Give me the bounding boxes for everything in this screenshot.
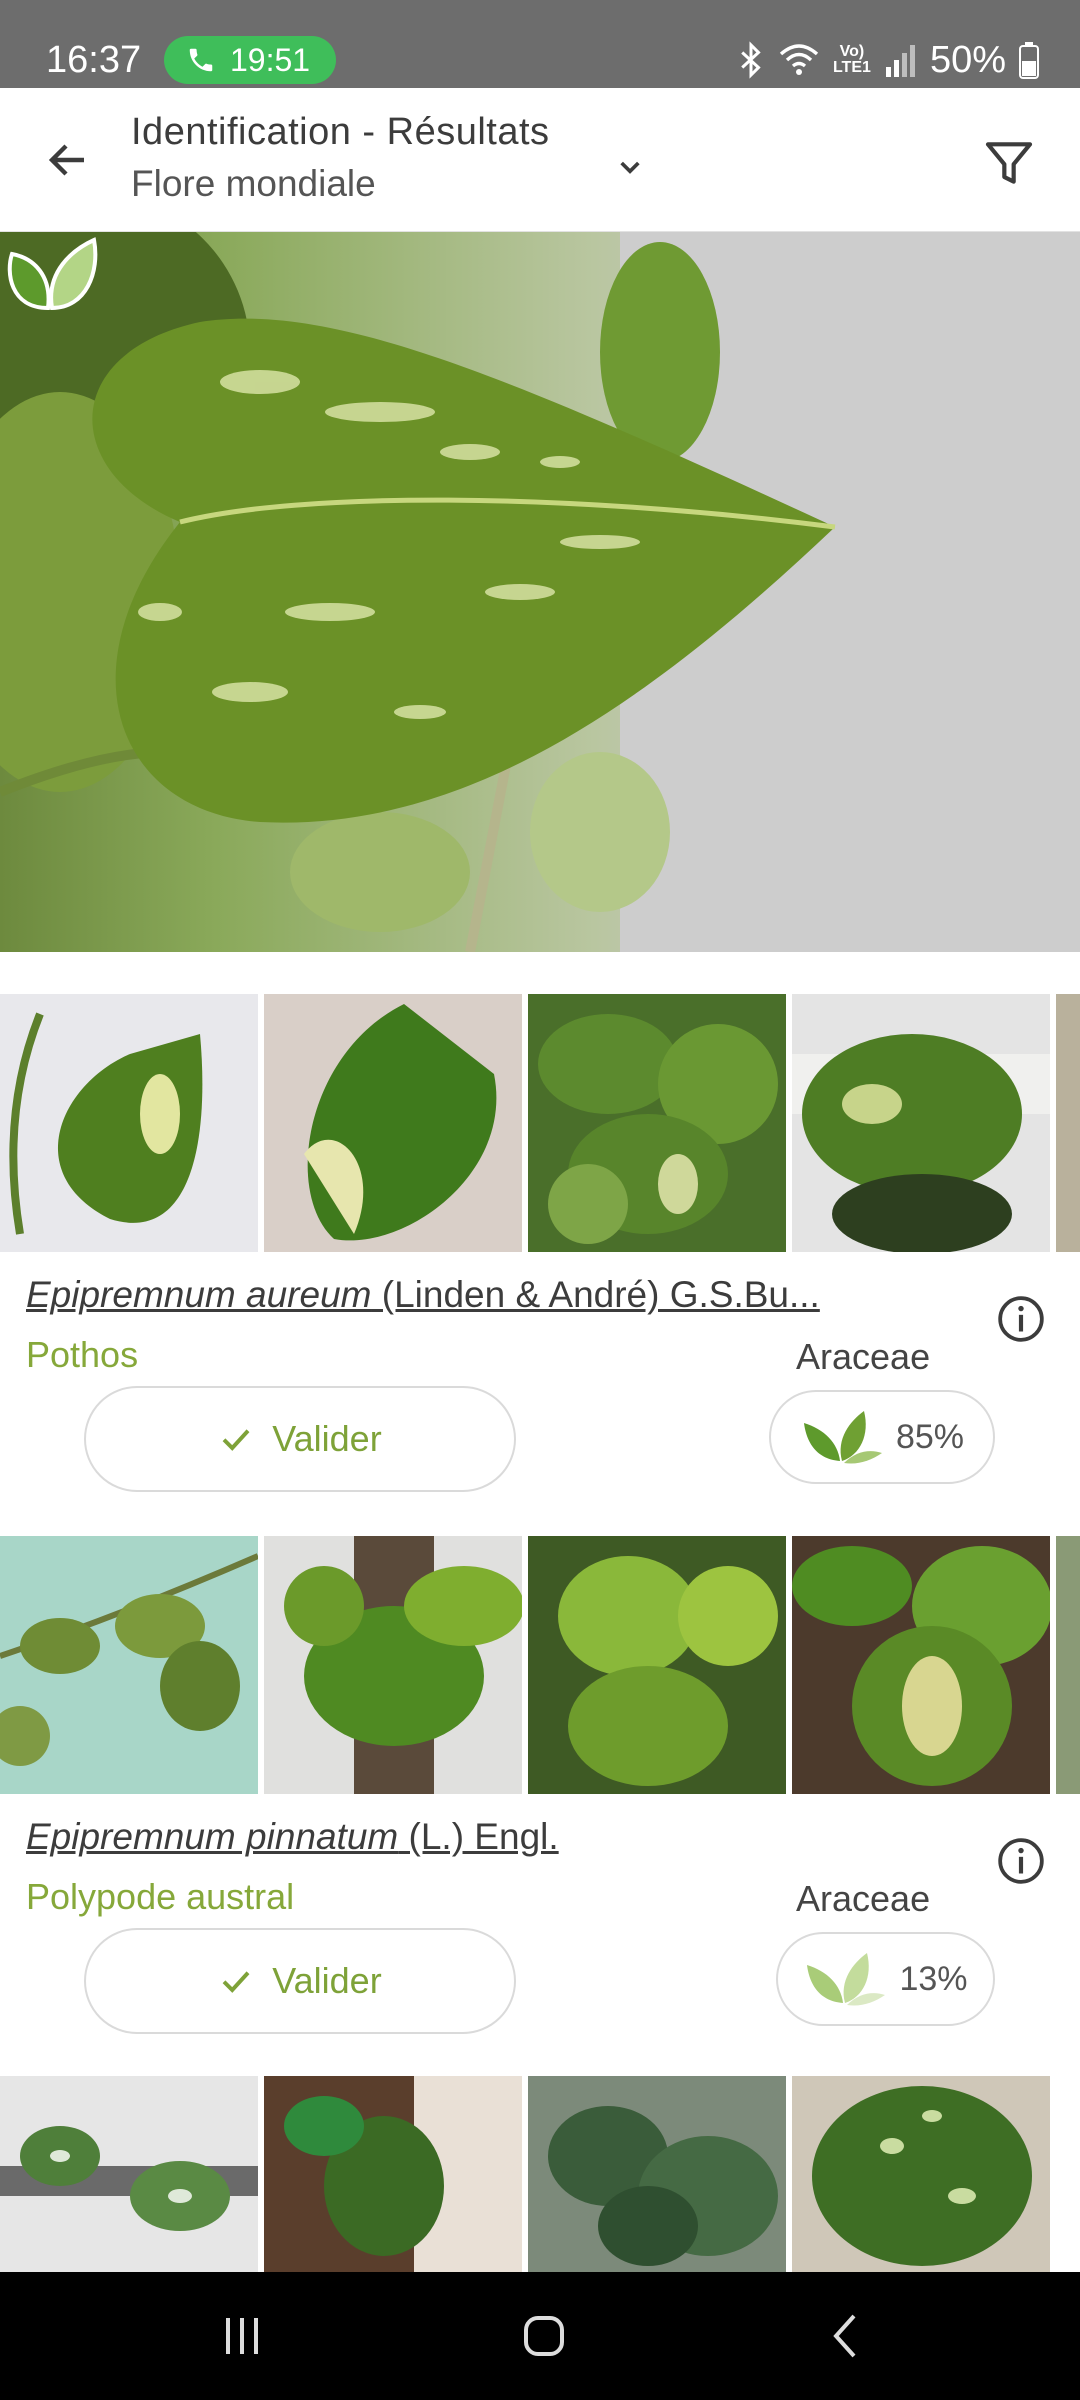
result-thumbnail-partial[interactable] (1056, 994, 1080, 1252)
scientific-name-link[interactable]: Epipremnum pinnatum (L.) Engl. (26, 1816, 559, 1858)
bluetooth-icon (741, 41, 761, 79)
result-card-partial (0, 2076, 1080, 2272)
info-icon[interactable] (996, 1836, 1046, 1886)
result-thumbnail[interactable] (264, 994, 522, 1252)
author: (L.) Engl. (398, 1816, 559, 1857)
result-thumbnail[interactable] (792, 2076, 1050, 2272)
result-thumbnail[interactable] (264, 2076, 522, 2272)
result-photo-strip[interactable] (0, 994, 1080, 1252)
common-name: Pothos (26, 1334, 139, 1375)
validate-button[interactable]: Valider (84, 1386, 516, 1492)
recents-icon (226, 2318, 258, 2354)
result-thumbnail[interactable] (0, 2076, 258, 2272)
result-thumbnail[interactable] (792, 994, 1050, 1252)
family-name: Araceae (796, 1336, 931, 1377)
result-thumbnail[interactable] (264, 1536, 522, 1794)
result-card: Epipremnum pinnatum (L.) Engl. Polypode … (0, 1536, 1080, 2056)
signal-icon (885, 45, 915, 77)
author: (Linden & André) G.S.Bu... (371, 1274, 820, 1315)
recents-button[interactable] (202, 2296, 282, 2376)
result-photo-strip[interactable] (0, 1536, 1080, 1794)
family-name: Araceae (796, 1878, 931, 1919)
result-thumbnail[interactable] (528, 1536, 786, 1794)
back-chevron-icon (833, 2314, 856, 2358)
wifi-icon (779, 44, 819, 75)
validate-label: Valider (272, 1418, 382, 1459)
battery-percent: 50% (929, 38, 1006, 81)
result-thumbnail[interactable] (528, 994, 786, 1252)
battery-icon (1019, 42, 1039, 79)
score-leaf-icon (807, 1953, 886, 2006)
page-title: Identification - Résultats (131, 111, 550, 153)
result-thumbnail-partial[interactable] (1056, 1536, 1080, 1794)
back-arrow-icon (48, 144, 84, 176)
home-icon (524, 2316, 564, 2356)
result-thumbnail[interactable] (792, 1536, 1050, 1794)
check-icon (222, 1429, 250, 1451)
genus-species: Epipremnum aureum (26, 1274, 372, 1315)
info-icon[interactable] (996, 1294, 1046, 1344)
system-nav-bar (0, 2272, 1080, 2400)
status-time: 16:37 (46, 39, 142, 81)
common-name: Polypode austral (26, 1876, 295, 1917)
call-timer: 19:51 (230, 41, 311, 78)
score-pill: 13% (776, 1932, 995, 2026)
scientific-name-link[interactable]: Epipremnum aureum (Linden & André) G.S.B… (26, 1274, 820, 1316)
score-value: 85% (895, 1417, 965, 1456)
score-pill: 85% (769, 1390, 995, 1484)
pothos-leaf-photo (0, 232, 1080, 952)
result-thumbnail[interactable] (0, 994, 258, 1252)
page-subtitle: Flore mondiale (131, 163, 376, 204)
query-photo[interactable] (0, 232, 1080, 952)
result-photo-strip[interactable] (0, 2076, 1080, 2272)
title-selector[interactable]: Identification - Résultats Flore mondial… (131, 108, 550, 212)
ongoing-call-pill[interactable]: 19:51 (164, 36, 336, 84)
phone-icon (189, 48, 213, 72)
status-bar: 16:37 19:51 Vo) LTE1 50% (0, 0, 1080, 88)
app-bar: Identification - Résultats Flore mondial… (0, 88, 1080, 232)
filter-icon (985, 142, 1033, 184)
genus-species: Epipremnum pinnatum (26, 1816, 399, 1857)
result-thumbnail[interactable] (528, 2076, 786, 2272)
back-button[interactable] (34, 126, 102, 194)
validate-label: Valider (272, 1960, 382, 2001)
result-thumbnail[interactable] (0, 1536, 258, 1794)
filter-button[interactable] (974, 128, 1044, 198)
status-icons: Vo) LTE1 50% (736, 36, 1040, 84)
back-nav-button[interactable] (806, 2296, 886, 2376)
result-card: Epipremnum aureum (Linden & André) G.S.B… (0, 994, 1080, 1514)
validate-button[interactable]: Valider (84, 1928, 516, 2034)
home-button[interactable] (504, 2296, 584, 2376)
plantnet-leaf-badge-icon (7, 237, 98, 311)
chevron-down-icon[interactable] (610, 148, 650, 188)
check-icon (222, 1971, 250, 1993)
score-leaf-icon (803, 1411, 882, 1464)
volte-label: Vo) LTE1 (832, 43, 871, 76)
score-value: 13% (899, 1959, 968, 1998)
